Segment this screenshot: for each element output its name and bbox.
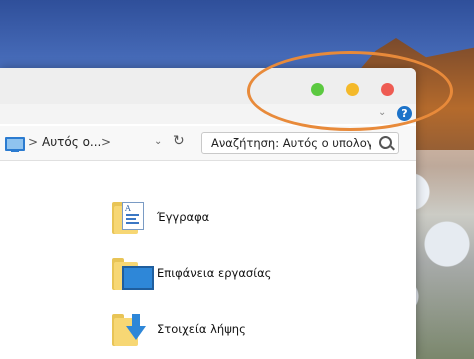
refresh-icon[interactable]: ↻ <box>173 133 185 149</box>
chevron-down-icon[interactable]: ⌄ <box>154 136 162 147</box>
list-item-downloads[interactable]: Στοιχεία λήψης <box>112 308 332 352</box>
computer-icon <box>5 137 25 152</box>
list-item-desktop[interactable]: Επιφάνεια εργασίας <box>112 252 332 296</box>
list-item-label: Επιφάνεια εργασίας <box>157 266 272 280</box>
folder-list: A Έγγραφα Επιφάνεια εργασίας Στοιχεία λή… <box>0 161 416 359</box>
list-item-label: Έγγραφα <box>157 210 210 224</box>
downloads-folder-icon <box>112 314 148 346</box>
list-item-label: Στοιχεία λήψης <box>157 322 246 336</box>
breadcrumb-separator[interactable]: > <box>101 135 111 149</box>
documents-folder-icon: A <box>112 202 148 234</box>
search-placeholder: Αναζήτηση: Αυτός ο υπολογι... <box>211 136 371 150</box>
search-icon[interactable] <box>379 136 392 149</box>
breadcrumb-this-pc[interactable]: Αυτός ο... <box>42 135 101 149</box>
search-input[interactable]: Αναζήτηση: Αυτός ο υπολογι... <box>201 132 399 154</box>
list-item-documents[interactable]: A Έγγραφα <box>112 196 332 240</box>
breadcrumb-separator[interactable]: > <box>28 135 38 149</box>
desktop-folder-icon <box>112 258 154 290</box>
highlight-annotation <box>247 51 453 131</box>
address-bar[interactable]: > Αυτός ο... > ⌄ ↻ Αναζήτηση: Αυτός ο υπ… <box>0 126 416 161</box>
